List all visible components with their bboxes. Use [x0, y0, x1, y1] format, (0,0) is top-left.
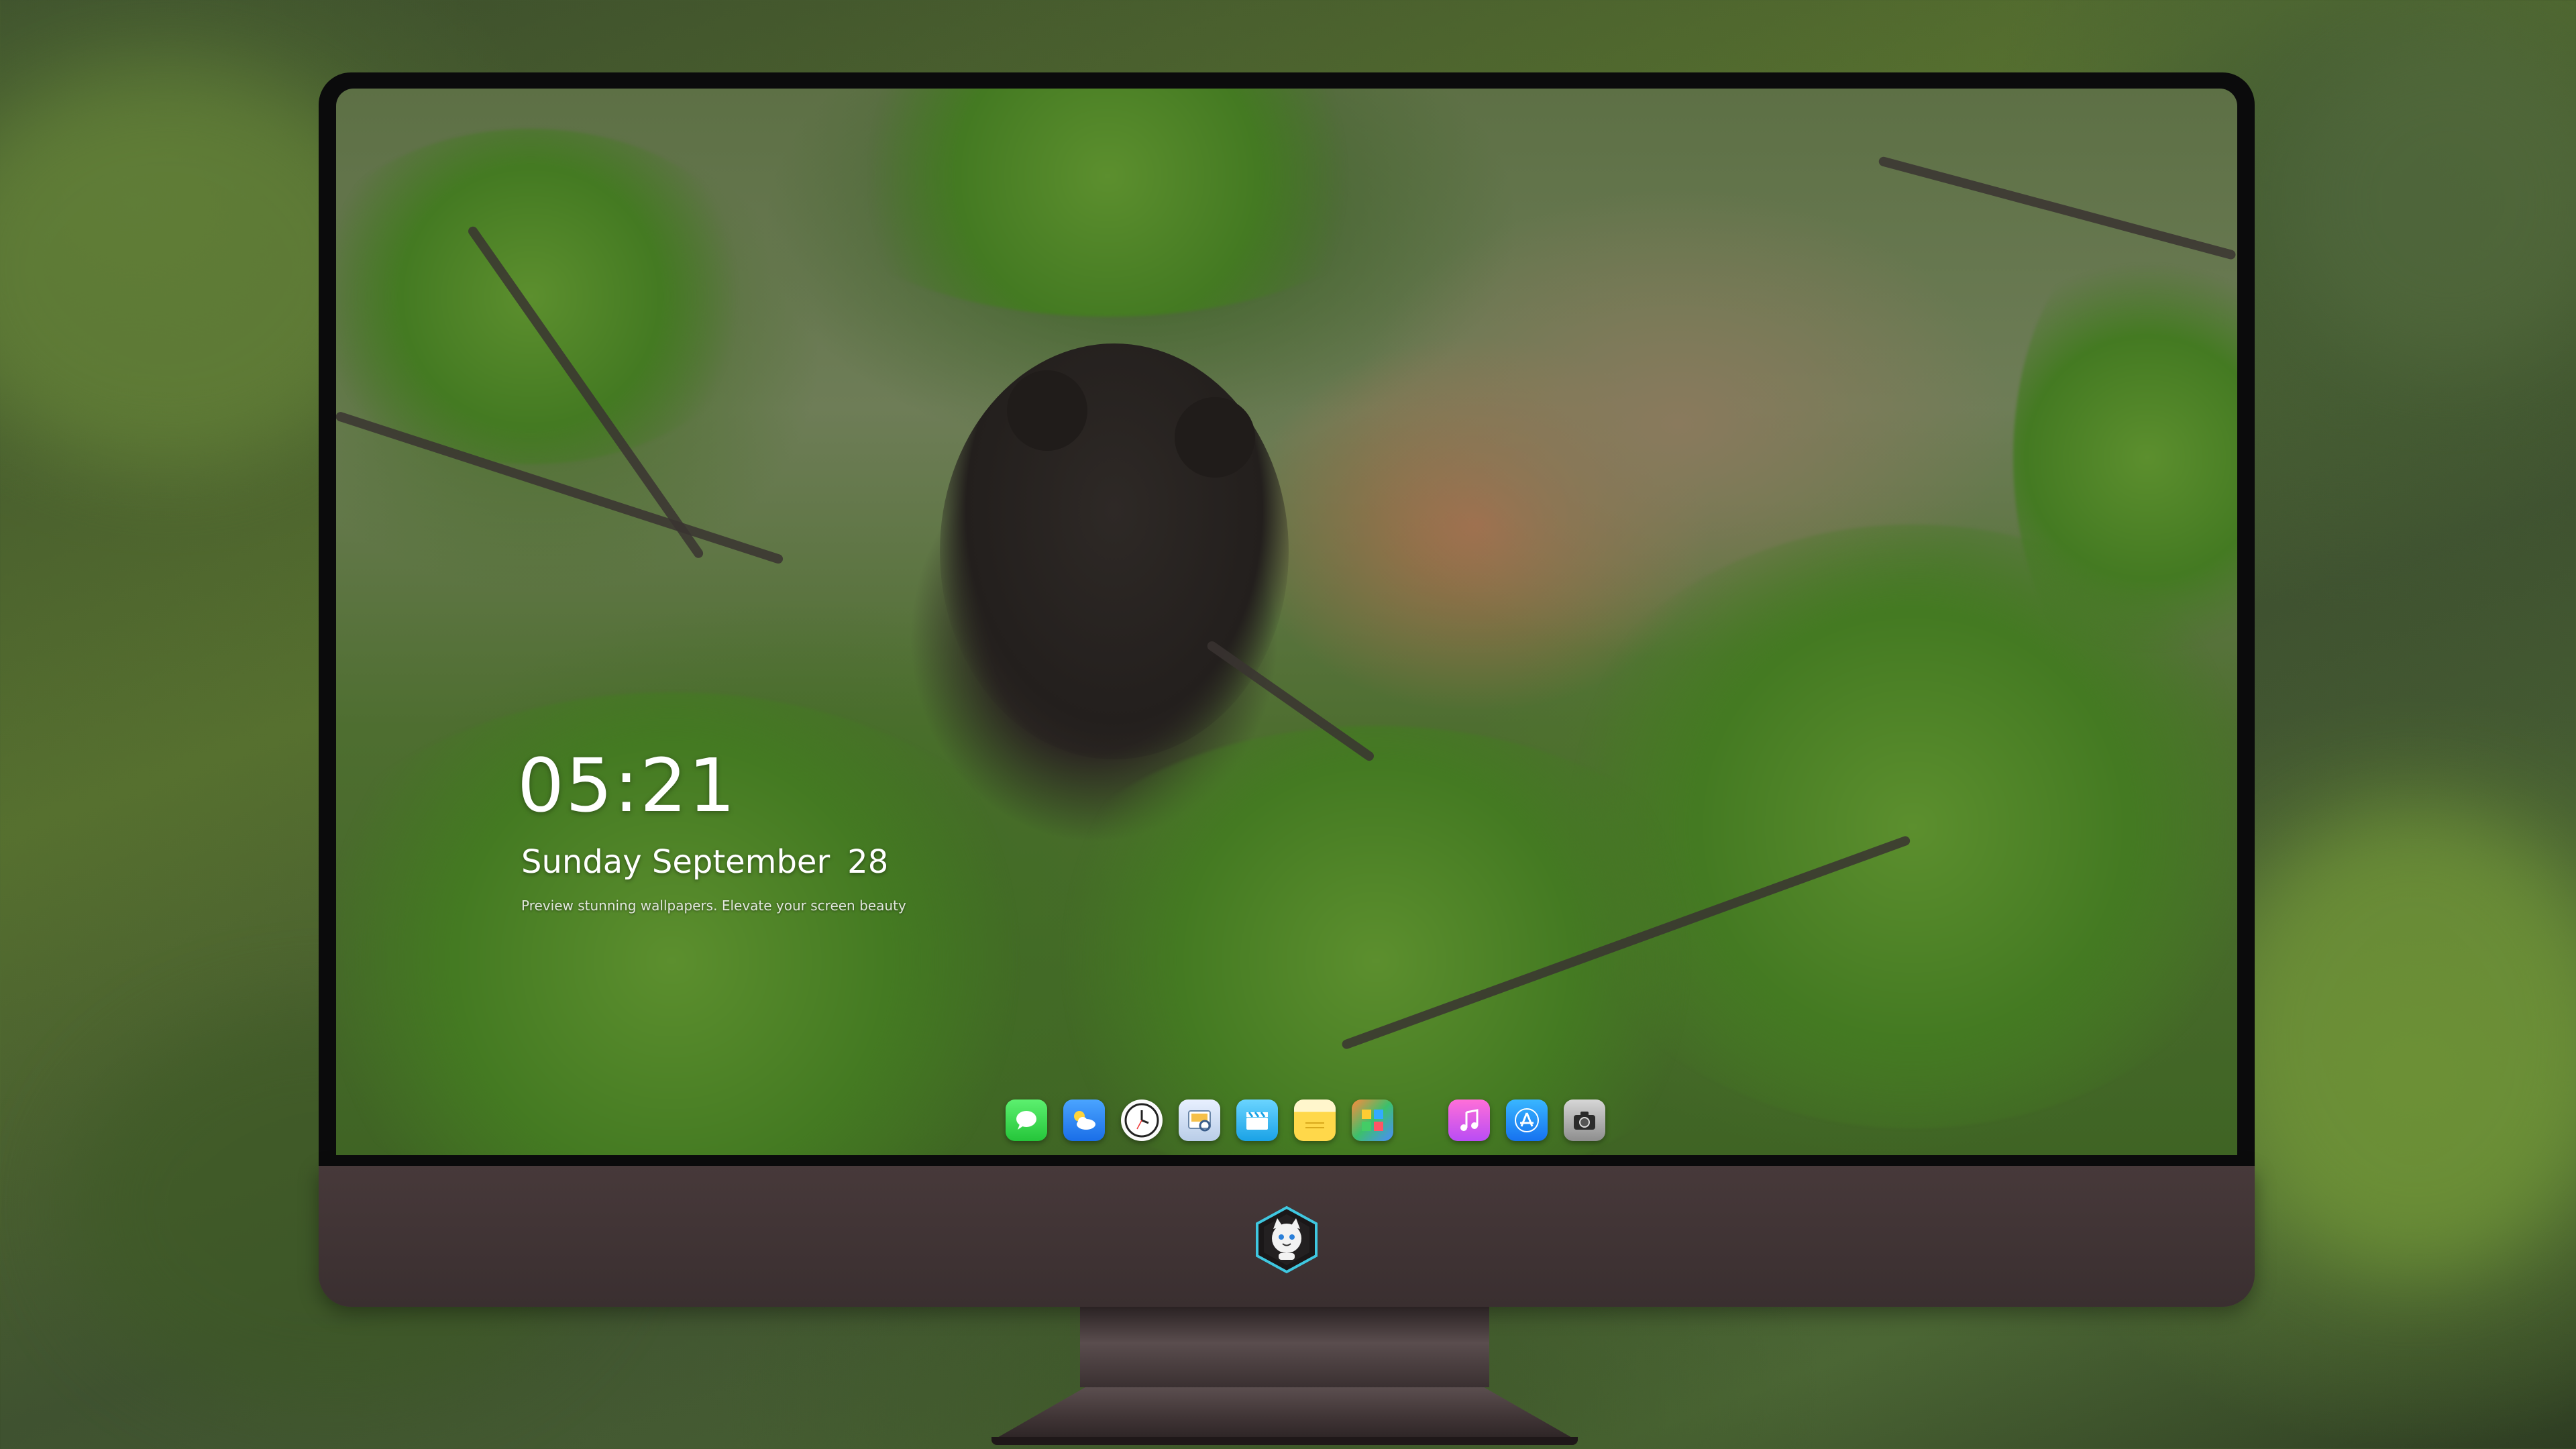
- dock-preview-app[interactable]: [1179, 1099, 1220, 1141]
- dock-music-app[interactable]: [1448, 1099, 1490, 1141]
- brand-logo-icon: [1252, 1205, 1322, 1275]
- dock-notes-app[interactable]: [1294, 1099, 1336, 1141]
- lock-screen-weekday-month: Sunday September: [521, 843, 830, 881]
- music-note-icon: [1460, 1109, 1479, 1131]
- monitor-stand-neck: [1080, 1307, 1489, 1387]
- cloud-sun-icon: [1074, 1111, 1095, 1130]
- dock-photo-app[interactable]: [1352, 1099, 1393, 1141]
- preview-icon: [1188, 1110, 1211, 1132]
- wallpaper-branch: [1878, 156, 2237, 261]
- background-blur-blob: [2281, 34, 2576, 369]
- wallpaper-pine-needles: [336, 129, 765, 464]
- monitor-stand-base-edge: [991, 1437, 1578, 1445]
- photo-icon: [1362, 1110, 1383, 1131]
- monitor-stand-base: [991, 1387, 1578, 1441]
- dock-clips-app[interactable]: [1236, 1099, 1278, 1141]
- dock: [1006, 1093, 1605, 1147]
- lock-screen-day: 28: [847, 843, 889, 881]
- background-blur-blob: [2214, 805, 2576, 1275]
- dock-app-store-app[interactable]: [1506, 1099, 1548, 1141]
- lock-screen-time: 05:21: [517, 743, 737, 828]
- camera-icon: [1574, 1112, 1595, 1130]
- wallpaper-bear-ear: [1175, 397, 1255, 478]
- monitor-chin: [319, 1166, 2255, 1307]
- monitor: 05:21 Sunday September 28 Preview stunnin…: [319, 72, 2255, 1307]
- wallpaper-pine-needles: [806, 89, 1409, 317]
- wallpaper-caption: Preview stunning wallpapers. Elevate you…: [521, 898, 906, 914]
- message-bubble-icon: [1016, 1111, 1036, 1130]
- app-store-icon: [1515, 1108, 1539, 1132]
- cat-logo-icon: [1256, 1205, 1318, 1274]
- dock-messages-app[interactable]: [1006, 1099, 1047, 1141]
- dock-clock-app[interactable]: [1121, 1099, 1163, 1141]
- lock-screen[interactable]: 05:21 Sunday September 28 Preview stunnin…: [336, 89, 2237, 1155]
- screen-bezel: 05:21 Sunday September 28 Preview stunnin…: [319, 72, 2255, 1166]
- clock-icon: [1124, 1103, 1159, 1138]
- dock-camera-app[interactable]: [1564, 1099, 1605, 1141]
- clapperboard-icon: [1246, 1112, 1268, 1130]
- notes-icon: [1305, 1122, 1324, 1128]
- wallpaper-bear-ear: [1007, 370, 1087, 451]
- dock-weather-app[interactable]: [1063, 1099, 1105, 1141]
- lock-screen-date: Sunday September 28: [521, 843, 888, 881]
